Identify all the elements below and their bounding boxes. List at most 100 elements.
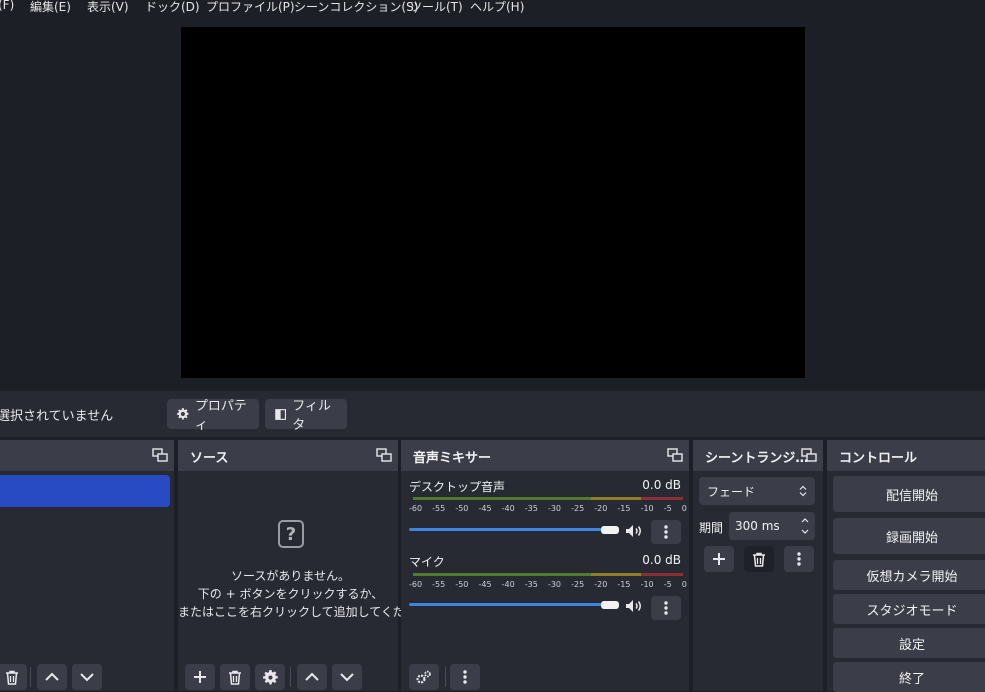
add-source-button[interactable]: [185, 664, 215, 690]
meter-tick-label: -25: [571, 580, 585, 589]
meter-scale: -60 -55 -50 -45 -40 -35 -30 -25 -20 -15 …: [409, 580, 687, 589]
scenes-dock-header: [0, 440, 174, 471]
duration-value: 300 ms: [735, 519, 780, 533]
toolbar-separator: [30, 667, 31, 687]
transition-select[interactable]: フェード: [699, 477, 815, 505]
toolbar-separator: [445, 667, 446, 687]
advanced-audio-button[interactable]: [409, 664, 439, 690]
scene-transitions-dock-header: シーントランジ…: [693, 440, 823, 471]
start-recording-button[interactable]: 録画開始: [833, 518, 985, 554]
meter-tick-label: -60: [409, 580, 423, 589]
meter-red-zone: [641, 497, 683, 500]
filter-icon: [275, 408, 287, 420]
settings-label: 設定: [898, 637, 925, 653]
mixer-menu-button[interactable]: [450, 664, 480, 690]
filters-button[interactable]: フィルタ: [265, 399, 347, 433]
undock-icon[interactable]: [667, 448, 683, 462]
menu-profile[interactable]: プロファイル(P): [206, 0, 295, 15]
controls-dock: コントロール 配信開始 録画開始 仮想カメラ開始 スタジオモード 設定 終了: [827, 440, 985, 692]
meter-tick-label: -10: [640, 504, 654, 513]
menu-scene-collection[interactable]: シーンコレクション(S): [294, 0, 418, 15]
volume-slider-handle[interactable]: [601, 526, 619, 534]
channel-menu-button[interactable]: [651, 520, 681, 544]
scene-move-down-button[interactable]: [72, 664, 102, 690]
duration-spinbox[interactable]: 300 ms: [729, 512, 815, 540]
meter-tick-label: -10: [640, 580, 654, 589]
source-move-up-button[interactable]: [297, 664, 327, 690]
undock-icon[interactable]: [152, 448, 168, 462]
volume-slider-track[interactable]: [409, 603, 607, 606]
exit-button[interactable]: 終了: [833, 662, 985, 692]
volume-slider-track[interactable]: [409, 528, 607, 531]
spin-arrows-icon[interactable]: [801, 516, 809, 536]
toolbar-separator: [290, 667, 291, 687]
menu-tools[interactable]: ツール(T): [410, 0, 463, 15]
properties-button[interactable]: プロパティ: [167, 399, 259, 433]
audio-mixer-title: 音声ミキサー: [413, 451, 492, 466]
menu-file[interactable]: (F): [0, 0, 14, 12]
more-vertical-icon: [797, 552, 801, 566]
plus-icon: [713, 553, 725, 565]
undock-icon[interactable]: [376, 448, 392, 462]
trash-icon: [753, 552, 765, 567]
scene-list-item-selected[interactable]: [0, 475, 170, 507]
chevron-up-icon: [305, 672, 319, 681]
meter-tick-label: -45: [478, 504, 492, 513]
speaker-icon[interactable]: [625, 524, 643, 538]
settings-button[interactable]: 設定: [833, 628, 985, 658]
controls-dock-header: コントロール: [827, 440, 985, 471]
audio-mixer-dock: 音声ミキサー デスクトップ音声 0.0 dB -60 -55 -50 -45 -…: [401, 440, 689, 691]
empty-sources-icon: ?: [278, 520, 304, 548]
chevron-up-icon: [45, 672, 59, 681]
remove-transition-button[interactable]: [744, 546, 774, 572]
remove-scene-button[interactable]: [0, 664, 27, 690]
context-bar: 選択されていません プロパティ フィルタ: [0, 391, 985, 437]
no-selection-text: 選択されていません: [0, 409, 114, 424]
meter-tick-label: -60: [409, 504, 423, 513]
menu-edit[interactable]: 編集(E): [30, 0, 71, 15]
channel-menu-button[interactable]: [651, 596, 681, 620]
filters-label: フィルタ: [292, 399, 331, 433]
studio-mode-button[interactable]: スタジオモード: [833, 594, 985, 624]
meter-green-zone: [413, 573, 591, 576]
meter-tick-label: -55: [432, 504, 446, 513]
volume-slider-handle[interactable]: [601, 601, 619, 609]
meter-yellow-zone: [591, 497, 641, 500]
speaker-icon[interactable]: [625, 599, 643, 613]
scene-transitions-dock: シーントランジ… フェード 期間 300 ms: [693, 440, 823, 691]
scene-move-up-button[interactable]: [37, 664, 67, 690]
chevron-down-icon: [80, 673, 94, 682]
meter-tick-label: -35: [524, 504, 538, 513]
trash-icon: [229, 670, 241, 685]
menu-help[interactable]: ヘルプ(H): [470, 0, 524, 15]
meter-scale: -60 -55 -50 -45 -40 -35 -30 -25 -20 -15 …: [409, 504, 687, 513]
add-transition-button[interactable]: [704, 546, 734, 572]
start-virtual-camera-button[interactable]: 仮想カメラ開始: [833, 560, 985, 590]
source-move-down-button[interactable]: [332, 664, 362, 690]
undock-icon[interactable]: [801, 448, 817, 462]
transition-properties-button[interactable]: [784, 546, 814, 572]
preview-canvas[interactable]: [181, 27, 805, 378]
preview-area: [0, 14, 985, 390]
scenes-dock: [0, 440, 174, 691]
meter-tick-label: -20: [594, 580, 608, 589]
channel-name: マイク: [409, 555, 445, 569]
empty-sources-line-2: 下の + ボタンをクリックするか、: [197, 587, 384, 601]
more-vertical-icon: [664, 601, 668, 615]
sources-title: ソース: [190, 451, 229, 466]
meter-tick-label: 0: [681, 580, 687, 589]
source-properties-button[interactable]: [255, 664, 285, 690]
sources-dock: ソース ? ソースがありません。 下の + ボタンをクリックするか、 またはここ…: [178, 440, 441, 691]
menu-docks[interactable]: ドック(D): [145, 0, 200, 15]
gear-icon: [177, 408, 189, 420]
meter-tick-label: -20: [594, 504, 608, 513]
gear-icon: [262, 669, 278, 684]
meter-tick-label: -5: [663, 504, 672, 513]
chevron-down-icon: [340, 673, 354, 682]
remove-source-button[interactable]: [220, 664, 250, 690]
duration-label: 期間: [699, 521, 724, 535]
menu-view[interactable]: 表示(V): [87, 0, 129, 15]
properties-label: プロパティ: [194, 399, 247, 433]
meter-tick-label: -5: [663, 580, 672, 589]
start-streaming-button[interactable]: 配信開始: [833, 476, 985, 512]
